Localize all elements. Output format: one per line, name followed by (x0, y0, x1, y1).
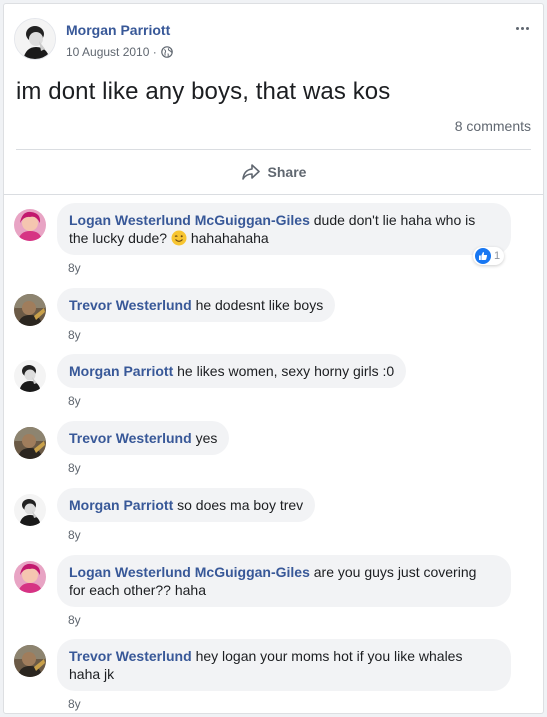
post-text: im dont like any boys, that was kos (16, 78, 391, 105)
comment-bubble: Trevor Westerlund he dodesnt like boys (57, 288, 336, 322)
dark-avatar-image (14, 645, 46, 677)
comment-time[interactable]: 8y (68, 613, 81, 627)
post-meta: 10 August 2010 · (66, 45, 173, 59)
comment-author[interactable]: Morgan Parriott (69, 363, 173, 379)
comment-text: he dodesnt like boys (195, 297, 324, 313)
comment-author[interactable]: Logan Westerlund McGuiggan-Giles (69, 212, 310, 228)
commenter-avatar[interactable] (14, 494, 46, 526)
share-button[interactable]: Share (16, 154, 531, 190)
reaction-badge[interactable]: 1 (473, 247, 505, 265)
comment-author[interactable]: Trevor Westerlund (69, 430, 192, 446)
comment-text: are you guys just covering (313, 564, 477, 580)
comment-bubble: Trevor Westerlund yes (57, 421, 230, 455)
comment-text: the lucky dude? (69, 230, 168, 246)
comment-time[interactable]: 8y (68, 461, 81, 475)
commenter-avatar[interactable] (14, 294, 46, 326)
commenter-avatar[interactable] (14, 360, 46, 392)
comment-author[interactable]: Trevor Westerlund (69, 648, 192, 664)
comment-text: dude don't lie haha who is (313, 212, 476, 228)
post-author-name[interactable]: Morgan Parriott (66, 22, 170, 38)
comment-time[interactable]: 8y (68, 328, 81, 342)
commenter-avatar[interactable] (14, 209, 46, 241)
comment-bubble: Trevor Westerlund hey logan your moms ho… (57, 639, 511, 691)
share-icon (241, 164, 260, 180)
globe-icon[interactable] (160, 46, 173, 58)
divider (16, 149, 531, 150)
comment-author[interactable]: Logan Westerlund McGuiggan-Giles (69, 564, 310, 580)
commenter-avatar[interactable] (14, 645, 46, 677)
commenter-avatar[interactable] (14, 427, 46, 459)
comment-time[interactable]: 8y (68, 394, 81, 408)
pink-avatar-image (14, 561, 46, 593)
comment-time[interactable]: 8y (68, 261, 81, 275)
pink-avatar-image (14, 209, 46, 241)
comment-author[interactable]: Morgan Parriott (69, 497, 173, 513)
comment-text: he likes women, sexy horny girls :0 (177, 363, 395, 379)
comment-bubble: Logan Westerlund McGuiggan-Giles are you… (57, 555, 511, 607)
bw-avatar-image (14, 360, 46, 392)
post-author-avatar[interactable] (14, 18, 56, 60)
comment-text: hahahahaha (190, 230, 269, 246)
comment-author[interactable]: Trevor Westerlund (69, 297, 192, 313)
comment-bubble: Logan Westerlund McGuiggan-Giles dude do… (57, 203, 511, 255)
post-header: Morgan Parriott 10 August 2010 · (14, 18, 534, 64)
divider (4, 194, 543, 195)
more-options-icon[interactable] (510, 18, 534, 38)
comment-text: hey logan your moms hot if you like whal… (195, 648, 463, 664)
post-date[interactable]: 10 August 2010 · (66, 45, 157, 59)
comment-text: so does ma boy trev (177, 497, 304, 513)
post-card: Morgan Parriott 10 August 2010 · im dont… (3, 3, 544, 714)
dark-avatar-image (14, 294, 46, 326)
bw-avatar-image (14, 494, 46, 526)
comment-bubble: Morgan Parriott he likes women, sexy hor… (57, 354, 407, 388)
dark-avatar-image (14, 427, 46, 459)
comment-time[interactable]: 8y (68, 528, 81, 542)
commenter-avatar[interactable] (14, 561, 46, 593)
comment-text: for each other?? haha (69, 582, 206, 598)
like-icon (475, 248, 491, 264)
comment-text: haha jk (69, 666, 115, 682)
share-label: Share (267, 164, 307, 180)
reaction-count: 1 (494, 250, 501, 262)
bw-avatar-image (15, 19, 55, 59)
comment-count[interactable]: 8 comments (455, 118, 531, 134)
comment-bubble: Morgan Parriott so does ma boy trev (57, 488, 316, 522)
comment-time[interactable]: 8y (68, 697, 81, 711)
wink-emoji-icon (171, 230, 187, 246)
comment-text: yes (195, 430, 218, 446)
